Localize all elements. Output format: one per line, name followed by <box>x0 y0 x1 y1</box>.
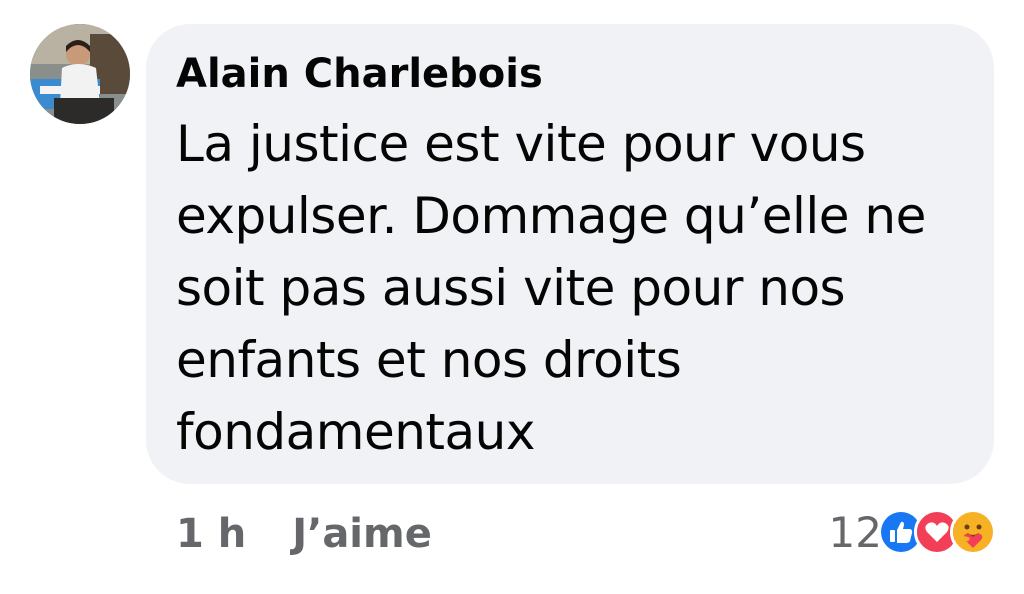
comment-text: La justice est vite pour vous expulser. … <box>176 108 964 468</box>
avatar[interactable] <box>30 24 130 124</box>
reaction-count: 12 <box>828 507 882 557</box>
comment-actions: 1 h J’aime <box>176 508 432 560</box>
reaction-summary[interactable]: 12 <box>829 504 996 560</box>
comment-text-line: enfants et nos droits <box>176 331 682 389</box>
comment: Alain Charlebois La justice est vite pou… <box>0 0 1024 594</box>
comment-bubble: Alain Charlebois La justice est vite pou… <box>146 24 994 484</box>
care-icon <box>950 509 996 555</box>
like-button[interactable]: J’aime <box>292 511 432 557</box>
comment-text-line: soit pas aussi vite pour nos <box>176 259 846 317</box>
comment-text-line: fondamentaux <box>176 403 535 461</box>
comment-author[interactable]: Alain Charlebois <box>176 50 964 98</box>
comment-text-line: La justice est vite pour vous <box>176 115 866 173</box>
comment-timestamp[interactable]: 1 h <box>176 511 246 557</box>
comment-text-line: expulser. Dommage qu’elle ne <box>176 187 926 245</box>
avatar-photo <box>30 24 130 124</box>
